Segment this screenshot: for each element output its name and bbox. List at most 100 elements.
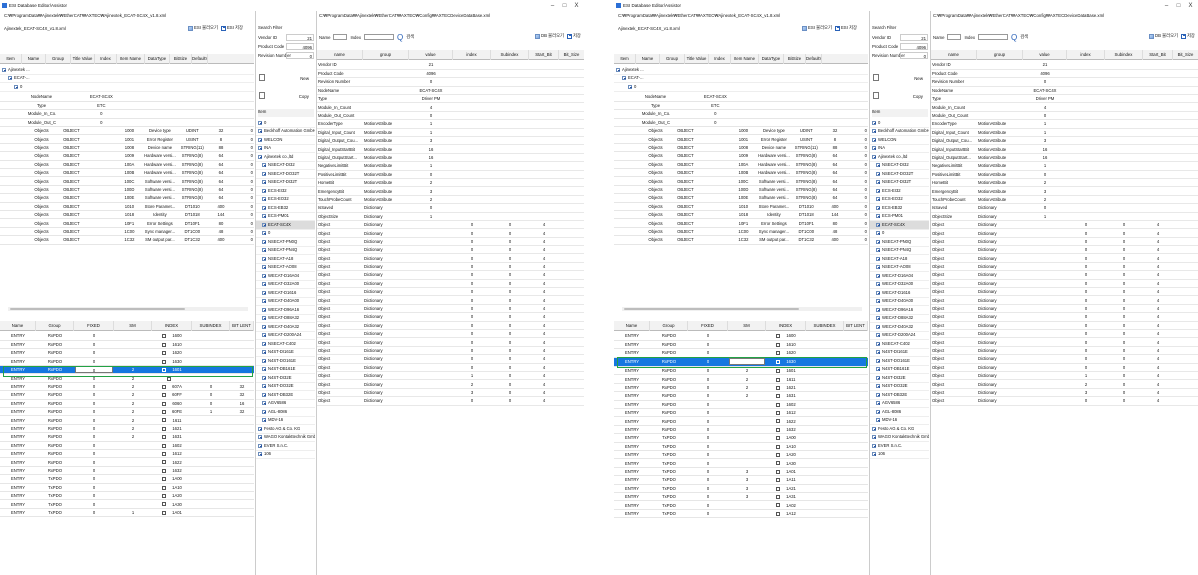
property-cell[interactable]: 1 bbox=[1067, 371, 1105, 381]
property-row[interactable]: Revision Number 0 bbox=[317, 77, 584, 87]
pdo-cell[interactable]: 1630 bbox=[766, 357, 806, 368]
pdo-cell[interactable] bbox=[230, 441, 254, 450]
property-cell[interactable] bbox=[1173, 61, 1198, 70]
pdo-cell[interactable]: 1622 bbox=[766, 416, 806, 426]
property-cell[interactable]: 0 bbox=[491, 321, 529, 331]
esi-h-scrollbar[interactable] bbox=[8, 307, 248, 311]
property-cell[interactable]: Dictionary bbox=[977, 312, 1023, 322]
table-cell[interactable]: 0 bbox=[86, 109, 116, 119]
property-cell[interactable]: Object bbox=[317, 371, 363, 381]
expand-icon[interactable] bbox=[876, 375, 880, 380]
property-row[interactable]: Vendor ID 21 bbox=[317, 61, 584, 70]
property-cell[interactable]: 0 bbox=[491, 388, 529, 398]
property-cell[interactable]: Object bbox=[317, 363, 363, 372]
property-cell[interactable]: Object bbox=[317, 245, 363, 255]
property-cell[interactable]: 4 bbox=[1143, 287, 1173, 297]
pdo-cell[interactable] bbox=[806, 332, 844, 341]
property-cell[interactable]: 0 bbox=[1105, 220, 1143, 230]
property-cell[interactable] bbox=[1023, 396, 1067, 406]
pdo-cell[interactable] bbox=[844, 400, 868, 410]
pdo-cell[interactable] bbox=[806, 425, 844, 435]
pdo-cell[interactable] bbox=[192, 415, 230, 425]
expand-icon[interactable] bbox=[872, 146, 876, 151]
property-row[interactable]: Object Dictionary 0 0 4 bbox=[931, 245, 1198, 255]
table-cell[interactable] bbox=[614, 134, 641, 144]
pdo-cell[interactable] bbox=[728, 357, 766, 368]
table-cell[interactable] bbox=[729, 93, 757, 102]
property-cell[interactable]: 4 bbox=[529, 287, 559, 297]
property-cell[interactable] bbox=[1067, 161, 1105, 171]
property-cell[interactable] bbox=[529, 128, 559, 138]
property-cell[interactable] bbox=[491, 61, 529, 70]
property-cell[interactable] bbox=[1143, 128, 1173, 138]
column-header[interactable]: Start_Bit bbox=[529, 50, 559, 60]
expand-icon[interactable] bbox=[262, 367, 266, 372]
property-cell[interactable] bbox=[453, 186, 491, 196]
property-cell[interactable] bbox=[1023, 363, 1067, 372]
expand-icon[interactable] bbox=[262, 350, 266, 355]
vendor-id-value[interactable]: 21 bbox=[286, 33, 314, 41]
property-cell[interactable]: 0 bbox=[1105, 312, 1143, 322]
pdo-cell[interactable]: 0 bbox=[74, 390, 114, 400]
property-cell[interactable]: 4 bbox=[1143, 321, 1173, 331]
column-header[interactable]: group bbox=[977, 50, 1023, 60]
property-cell[interactable] bbox=[1023, 279, 1067, 289]
expand-icon[interactable] bbox=[262, 248, 266, 253]
pdo-cell[interactable]: 1631 bbox=[152, 432, 192, 442]
table-cell[interactable]: UDINT bbox=[791, 126, 822, 136]
table-cell[interactable] bbox=[700, 218, 730, 228]
pdo-cell[interactable] bbox=[114, 491, 152, 501]
property-cell[interactable] bbox=[409, 304, 453, 314]
index-tab[interactable]: Index bbox=[964, 35, 975, 40]
table-cell[interactable]: 100D bbox=[115, 185, 143, 195]
property-cell[interactable]: 0 bbox=[1067, 253, 1105, 263]
pdo-cell[interactable]: 0 bbox=[74, 449, 114, 459]
pdo-cell[interactable]: ENTRY bbox=[614, 366, 650, 376]
table-cell[interactable]: OBJECT bbox=[56, 202, 87, 211]
property-cell[interactable] bbox=[1067, 128, 1105, 138]
column-header[interactable]: index bbox=[1067, 50, 1105, 60]
pdo-cell[interactable]: 0 bbox=[74, 457, 114, 467]
property-cell[interactable] bbox=[529, 86, 559, 96]
property-row[interactable]: IsSaved Dictionary 0 bbox=[931, 203, 1198, 213]
table-cell[interactable]: OBJECT bbox=[670, 202, 701, 211]
property-cell[interactable] bbox=[1105, 94, 1143, 104]
table-cell[interactable] bbox=[0, 109, 27, 119]
property-cell[interactable]: MotionAttribute bbox=[977, 153, 1023, 163]
pdo-cell[interactable]: 1A20 bbox=[766, 450, 806, 460]
table-cell[interactable]: Software versi... bbox=[756, 185, 792, 195]
property-row[interactable]: Object Dictionary 0 0 4 bbox=[931, 279, 1198, 289]
property-cell[interactable] bbox=[559, 245, 584, 255]
table-cell[interactable] bbox=[0, 160, 27, 170]
pdo-cell[interactable] bbox=[192, 508, 230, 518]
property-cell[interactable]: 2 bbox=[1067, 379, 1105, 389]
property-cell[interactable] bbox=[1173, 136, 1198, 146]
table-cell[interactable]: Module_In_Co... bbox=[26, 109, 57, 119]
table-cell[interactable] bbox=[729, 101, 757, 111]
pdo-cell[interactable]: 1A20 bbox=[152, 491, 192, 501]
property-cell[interactable]: Vendor ID bbox=[931, 61, 977, 70]
pdo-cell[interactable] bbox=[114, 457, 152, 467]
table-cell[interactable] bbox=[821, 101, 849, 111]
table-cell[interactable]: SM output par... bbox=[756, 235, 792, 245]
table-cell[interactable]: Objects bbox=[640, 126, 671, 136]
product-code-field[interactable]: Product Code 4096 bbox=[258, 42, 314, 51]
property-cell[interactable]: Dictionary bbox=[977, 245, 1023, 255]
property-cell[interactable] bbox=[1173, 354, 1198, 364]
property-cell[interactable] bbox=[559, 279, 584, 289]
tree-node[interactable]: 0 bbox=[614, 83, 868, 92]
table-row[interactable]: Objects OBJECT 1C00 Sync manager... DT1C00 48… bbox=[614, 227, 868, 237]
property-cell[interactable]: 4 bbox=[529, 329, 559, 339]
property-cell[interactable] bbox=[409, 245, 453, 255]
pdo-cell[interactable]: RxPDO bbox=[650, 391, 688, 401]
property-cell[interactable] bbox=[1023, 312, 1067, 322]
pdo-cell[interactable] bbox=[806, 467, 844, 477]
property-cell[interactable]: Dictionary bbox=[363, 388, 409, 398]
pdo-cell[interactable] bbox=[806, 340, 844, 350]
property-cell[interactable]: MotionAttribute bbox=[363, 153, 409, 163]
property-cell[interactable]: HomeBit bbox=[931, 178, 977, 188]
pdo-cell[interactable]: 1A31 bbox=[766, 492, 806, 502]
table-cell[interactable] bbox=[207, 109, 235, 119]
pdo-cell[interactable] bbox=[192, 474, 230, 484]
esi-h-scrollbar[interactable] bbox=[622, 307, 862, 311]
